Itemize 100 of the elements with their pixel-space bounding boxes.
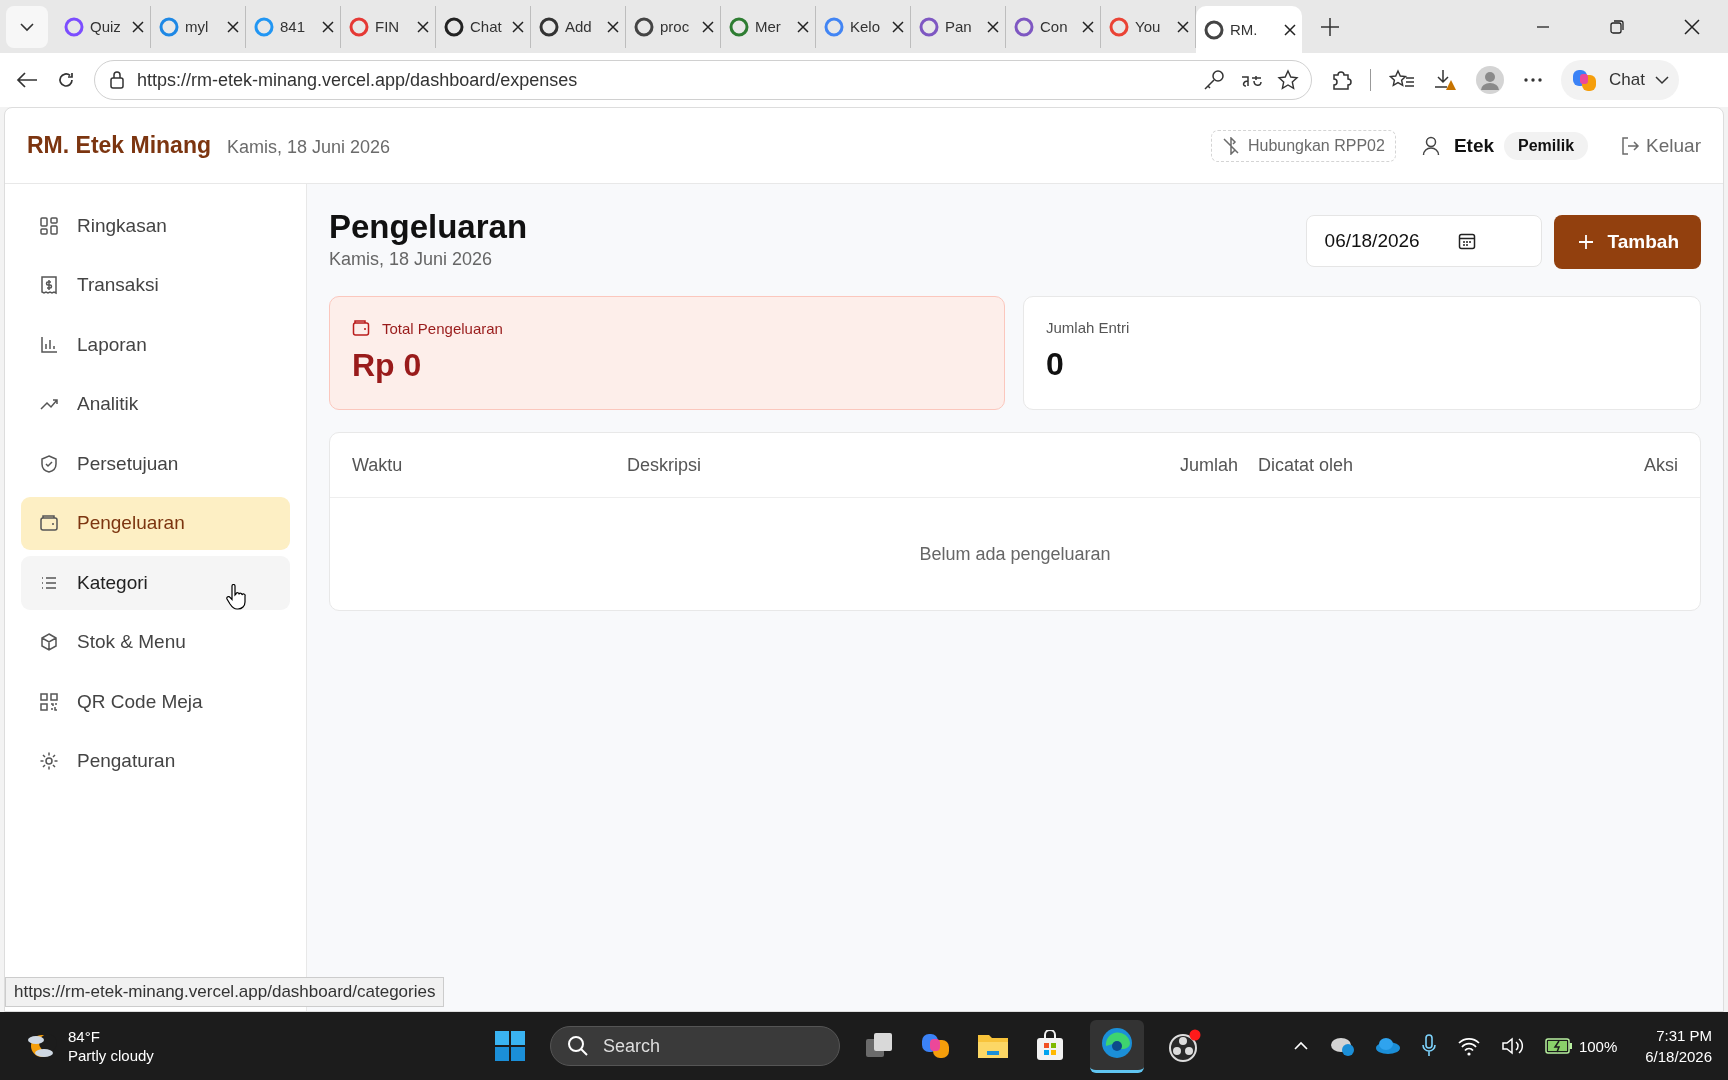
chevron-down-icon — [19, 21, 35, 32]
nav-icon — [39, 632, 59, 653]
browser-tab[interactable]: proc — [626, 5, 721, 48]
tab-title: Add — [565, 18, 593, 35]
browser-tab[interactable]: 841 — [246, 5, 341, 48]
site-icon — [1204, 19, 1224, 40]
cloud-icon[interactable] — [1374, 1037, 1401, 1055]
sidebar-item[interactable]: Transaksi — [21, 258, 290, 312]
plus-icon — [1577, 234, 1594, 250]
browser-tab[interactable]: Chat — [436, 5, 531, 48]
logout-button[interactable]: Keluar — [1620, 134, 1701, 157]
tab-title: FIN — [375, 18, 401, 35]
nav-label: QR Code Meja — [77, 690, 203, 713]
battery-charging-icon[interactable] — [1544, 1037, 1573, 1055]
close-icon[interactable] — [1284, 23, 1296, 36]
puzzle-icon[interactable] — [1330, 69, 1352, 91]
close-icon[interactable] — [227, 20, 239, 33]
chevron-up-icon[interactable] — [1292, 1041, 1309, 1051]
sidebar-item[interactable]: QR Code Meja — [21, 675, 290, 729]
tab-title: You — [1135, 18, 1162, 35]
bluetooth-off-icon — [1221, 136, 1240, 155]
empty-message: Belum ada pengeluaran — [919, 543, 1111, 565]
close-icon[interactable] — [1082, 20, 1094, 33]
close-icon[interactable] — [417, 20, 429, 33]
store-icon[interactable] — [1034, 1030, 1066, 1062]
more-icon[interactable] — [1523, 77, 1543, 83]
clock-time: 7:31 PM — [1656, 1027, 1712, 1044]
calendar-icon[interactable] — [1457, 232, 1476, 250]
tab-title: proc — [660, 18, 691, 35]
browser-tab[interactable]: Con — [1006, 5, 1101, 48]
profile-avatar-icon[interactable] — [1475, 65, 1505, 95]
close-icon[interactable] — [702, 20, 714, 33]
browser-icon — [1100, 1025, 1134, 1060]
sidebar-item[interactable]: Persetujuan — [21, 437, 290, 491]
user-icon — [1421, 135, 1440, 156]
site-icon — [539, 16, 559, 37]
browser-tab[interactable]: Add — [531, 5, 626, 48]
recorder-icon[interactable] — [1168, 1029, 1202, 1063]
nav-icon — [39, 334, 59, 355]
taskbar-app-button[interactable] — [1090, 1019, 1144, 1073]
sidebar-item[interactable]: Laporan — [21, 318, 290, 372]
start-icon[interactable] — [494, 1030, 526, 1062]
wifi-icon[interactable] — [1456, 1036, 1481, 1056]
browser-tab[interactable]: RM. — [1196, 6, 1302, 53]
column-header: Dicatat oleh — [1258, 454, 1355, 476]
close-icon[interactable] — [797, 20, 809, 33]
reload-icon[interactable] — [56, 70, 76, 90]
sidebar-item[interactable]: Ringkasan — [21, 199, 290, 253]
sidebar-item[interactable]: Kategori — [21, 556, 290, 610]
tab-title: Quiz — [90, 18, 122, 35]
copilot-chat-button[interactable]: Chat — [1561, 60, 1679, 100]
volume-icon[interactable] — [1500, 1036, 1525, 1056]
sidebar-item[interactable]: Analitik — [21, 377, 290, 431]
cloud-sync-icon[interactable] — [1328, 1035, 1355, 1057]
add-button[interactable]: Tambah — [1553, 215, 1701, 269]
brand-name: RM. Etek Minang — [27, 132, 211, 159]
close-icon[interactable] — [512, 20, 524, 33]
download-warning-icon[interactable] — [1433, 68, 1457, 92]
url-text: https://rm-etek-minang.vercel.app/dashboard/expenses — [137, 69, 578, 91]
sidebar-item[interactable]: Pengeluaran — [21, 496, 290, 550]
browser-tab[interactable]: Quiz — [56, 5, 151, 48]
nav-icon — [39, 453, 59, 474]
close-icon[interactable] — [607, 20, 619, 33]
browser-tab[interactable]: Pan — [911, 5, 1006, 48]
restore-icon[interactable] — [1610, 19, 1624, 34]
page-title: Pengeluaran — [329, 209, 528, 246]
site-icon — [349, 16, 369, 37]
close-icon[interactable] — [132, 20, 144, 33]
star-icon[interactable] — [1277, 69, 1299, 91]
close-icon[interactable] — [987, 20, 999, 33]
browser-tab[interactable]: Mer — [721, 5, 816, 48]
back-icon[interactable] — [16, 71, 38, 89]
weather-temperature: 84°F — [68, 1028, 101, 1045]
nav-label: Kategori — [77, 571, 148, 594]
browser-tab[interactable]: Kelo — [816, 5, 911, 48]
browser-tab[interactable]: FIN — [341, 5, 436, 48]
tab-title: Chat — [470, 18, 503, 35]
nav-label: Transaksi — [77, 274, 159, 297]
connect-printer-button[interactable]: Hubungkan RPP02 — [1210, 129, 1396, 162]
status-link-tooltip: https://rm-etek-minang.vercel.app/dashboard/categories — [5, 977, 445, 1007]
new-tab-icon[interactable] — [1320, 16, 1340, 37]
close-icon[interactable] — [892, 20, 904, 33]
microphone-icon[interactable] — [1420, 1034, 1437, 1058]
search-icon — [567, 1035, 589, 1057]
stat-label: Total Pengeluaran — [382, 319, 503, 337]
nav-label: Persetujuan — [77, 452, 179, 475]
site-icon — [444, 16, 464, 37]
nav-label: Pengaturan — [77, 750, 176, 773]
sidebar-item[interactable]: Stok & Menu — [21, 615, 290, 669]
sidebar-item[interactable]: Pengaturan — [21, 734, 290, 788]
date-field[interactable]: 06/18/2026 — [1305, 215, 1542, 267]
nav-icon — [39, 751, 59, 772]
browser-tab[interactable]: myl — [151, 5, 246, 48]
close-icon[interactable] — [1684, 18, 1700, 35]
key-icon[interactable] — [1203, 69, 1225, 91]
nav-label: Analitik — [77, 393, 139, 416]
close-icon[interactable] — [322, 20, 334, 33]
close-icon[interactable] — [1177, 20, 1189, 33]
taskbar-search-field[interactable]: Search — [550, 1026, 840, 1066]
chevron-down-icon — [1654, 75, 1669, 85]
